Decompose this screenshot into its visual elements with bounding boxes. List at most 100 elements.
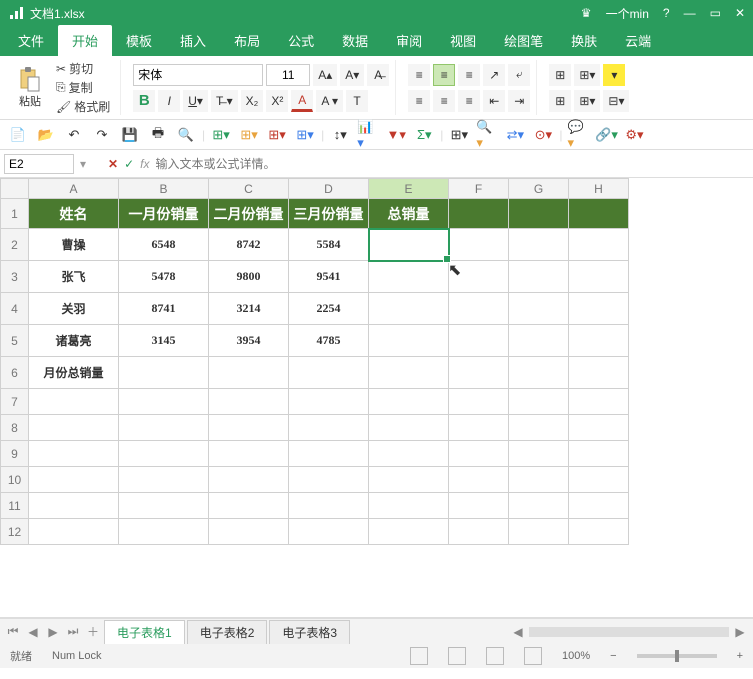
cell-A3[interactable]: 张飞 bbox=[29, 261, 119, 293]
decrease-font-button[interactable]: A▾ bbox=[340, 64, 364, 86]
preview-button[interactable]: 🔍 bbox=[174, 123, 198, 147]
hscrollbar[interactable] bbox=[529, 627, 729, 637]
comment-button[interactable]: 💬▾ bbox=[567, 123, 591, 147]
cell-H12[interactable] bbox=[569, 519, 629, 545]
sheet-tab-1[interactable]: 电子表格1 bbox=[104, 620, 185, 644]
cell-A9[interactable] bbox=[29, 441, 119, 467]
cell-A8[interactable] bbox=[29, 415, 119, 441]
cell-C6[interactable] bbox=[209, 357, 289, 389]
italic-button[interactable]: I bbox=[158, 90, 180, 112]
cell-B2[interactable]: 6548 bbox=[119, 229, 209, 261]
cell-E5[interactable] bbox=[369, 325, 449, 357]
col-header-G[interactable]: G bbox=[509, 179, 569, 199]
namebox-dropdown-icon[interactable]: ▾ bbox=[80, 157, 86, 171]
cell-E4[interactable] bbox=[369, 293, 449, 325]
tab-布局[interactable]: 布局 bbox=[220, 25, 274, 56]
cell-H2[interactable] bbox=[569, 229, 629, 261]
row-header-7[interactable]: 7 bbox=[1, 389, 29, 415]
cell-B6[interactable] bbox=[119, 357, 209, 389]
case-button[interactable]: T bbox=[346, 90, 368, 112]
cell-A4[interactable]: 关羽 bbox=[29, 293, 119, 325]
cell-D12[interactable] bbox=[289, 519, 369, 545]
cell-G9[interactable] bbox=[509, 441, 569, 467]
cell-B12[interactable] bbox=[119, 519, 209, 545]
redo-button[interactable]: ↷ bbox=[90, 123, 114, 147]
open-button[interactable]: 📂 bbox=[34, 123, 58, 147]
tab-绘图笔[interactable]: 绘图笔 bbox=[490, 25, 557, 56]
cell-G8[interactable] bbox=[509, 415, 569, 441]
col-header-H[interactable]: H bbox=[569, 179, 629, 199]
view-reading-button[interactable] bbox=[524, 647, 542, 665]
link-button[interactable]: 🔗▾ bbox=[595, 123, 619, 147]
maximize-button[interactable]: ▭ bbox=[710, 6, 721, 20]
superscript-button[interactable]: X² bbox=[266, 90, 288, 112]
merge-cells-button[interactable]: ⊞ bbox=[549, 64, 571, 86]
username[interactable]: 一个min bbox=[606, 5, 649, 22]
indent-dec-button[interactable]: ⇤ bbox=[483, 90, 505, 112]
cell-C2[interactable]: 8742 bbox=[209, 229, 289, 261]
cell-A6[interactable]: 月份总销量 bbox=[29, 357, 119, 389]
insert-button[interactable]: ⊞▾ bbox=[574, 90, 600, 112]
align-bottom-button[interactable]: ≡ bbox=[458, 64, 480, 86]
zoom-in-button[interactable]: + bbox=[737, 650, 743, 662]
cell-B3[interactable]: 5478 bbox=[119, 261, 209, 293]
cell-H6[interactable] bbox=[569, 357, 629, 389]
row-header-12[interactable]: 12 bbox=[1, 519, 29, 545]
view-layout-button[interactable] bbox=[448, 647, 466, 665]
view-pagebreak-button[interactable] bbox=[486, 647, 504, 665]
row-header-8[interactable]: 8 bbox=[1, 415, 29, 441]
cell-A12[interactable] bbox=[29, 519, 119, 545]
cell-H1[interactable] bbox=[569, 199, 629, 229]
cell-E9[interactable] bbox=[369, 441, 449, 467]
delete-button[interactable]: ⊟▾ bbox=[603, 90, 629, 112]
tab-云端[interactable]: 云端 bbox=[611, 25, 665, 56]
minimize-button[interactable]: — bbox=[684, 6, 696, 20]
tab-视图[interactable]: 视图 bbox=[436, 25, 490, 56]
strikethrough-button[interactable]: T̶ ▾ bbox=[211, 90, 238, 112]
copy-button[interactable]: ⎘复制 bbox=[56, 79, 110, 96]
number-format-button[interactable]: ⊞ bbox=[549, 90, 571, 112]
cell-G10[interactable] bbox=[509, 467, 569, 493]
zoom-slider[interactable] bbox=[637, 654, 717, 658]
align-middle-button[interactable]: ≡ bbox=[433, 64, 455, 86]
cell-G5[interactable] bbox=[509, 325, 569, 357]
cell-A11[interactable] bbox=[29, 493, 119, 519]
function-button[interactable]: Σ▾ bbox=[412, 123, 436, 147]
chart-button[interactable]: 📊▾ bbox=[356, 123, 380, 147]
cell-G6[interactable] bbox=[509, 357, 569, 389]
spreadsheet-grid[interactable]: ABCDEFGH1姓名一月份销量二月份销量三月份销量总销量2曹操65488742… bbox=[0, 178, 753, 618]
col-header-A[interactable]: A bbox=[29, 179, 119, 199]
cell-B7[interactable] bbox=[119, 389, 209, 415]
cell-F9[interactable] bbox=[449, 441, 509, 467]
col-header-B[interactable]: B bbox=[119, 179, 209, 199]
sheet-tab-3[interactable]: 电子表格3 bbox=[269, 620, 350, 644]
cell-C3[interactable]: 9800 bbox=[209, 261, 289, 293]
cell-D8[interactable] bbox=[289, 415, 369, 441]
font-color-button[interactable]: A bbox=[291, 90, 313, 112]
zoom-out-button[interactable]: − bbox=[610, 650, 616, 662]
row-header-10[interactable]: 10 bbox=[1, 467, 29, 493]
cell-A10[interactable] bbox=[29, 467, 119, 493]
row-header-9[interactable]: 9 bbox=[1, 441, 29, 467]
cell-E1[interactable]: 总销量 bbox=[369, 199, 449, 229]
cell-B9[interactable] bbox=[119, 441, 209, 467]
print-button[interactable]: 🖶 bbox=[146, 123, 170, 147]
cell-F2[interactable] bbox=[449, 229, 509, 261]
cell-D7[interactable] bbox=[289, 389, 369, 415]
align-center-button[interactable]: ≡ bbox=[433, 90, 455, 112]
cell-E10[interactable] bbox=[369, 467, 449, 493]
cell-F11[interactable] bbox=[449, 493, 509, 519]
hscroll-right[interactable]: ▶ bbox=[731, 623, 749, 641]
cell-D9[interactable] bbox=[289, 441, 369, 467]
filter-button[interactable]: ▼▾ bbox=[384, 123, 408, 147]
cell-G1[interactable] bbox=[509, 199, 569, 229]
cell-E3[interactable] bbox=[369, 261, 449, 293]
row-header-11[interactable]: 11 bbox=[1, 493, 29, 519]
cell-C9[interactable] bbox=[209, 441, 289, 467]
cell-E2[interactable] bbox=[369, 229, 449, 261]
cell-H9[interactable] bbox=[569, 441, 629, 467]
sheet-last-button[interactable]: ⏭ bbox=[64, 623, 82, 641]
cell-F10[interactable] bbox=[449, 467, 509, 493]
cell-A2[interactable]: 曹操 bbox=[29, 229, 119, 261]
tab-数据[interactable]: 数据 bbox=[328, 25, 382, 56]
